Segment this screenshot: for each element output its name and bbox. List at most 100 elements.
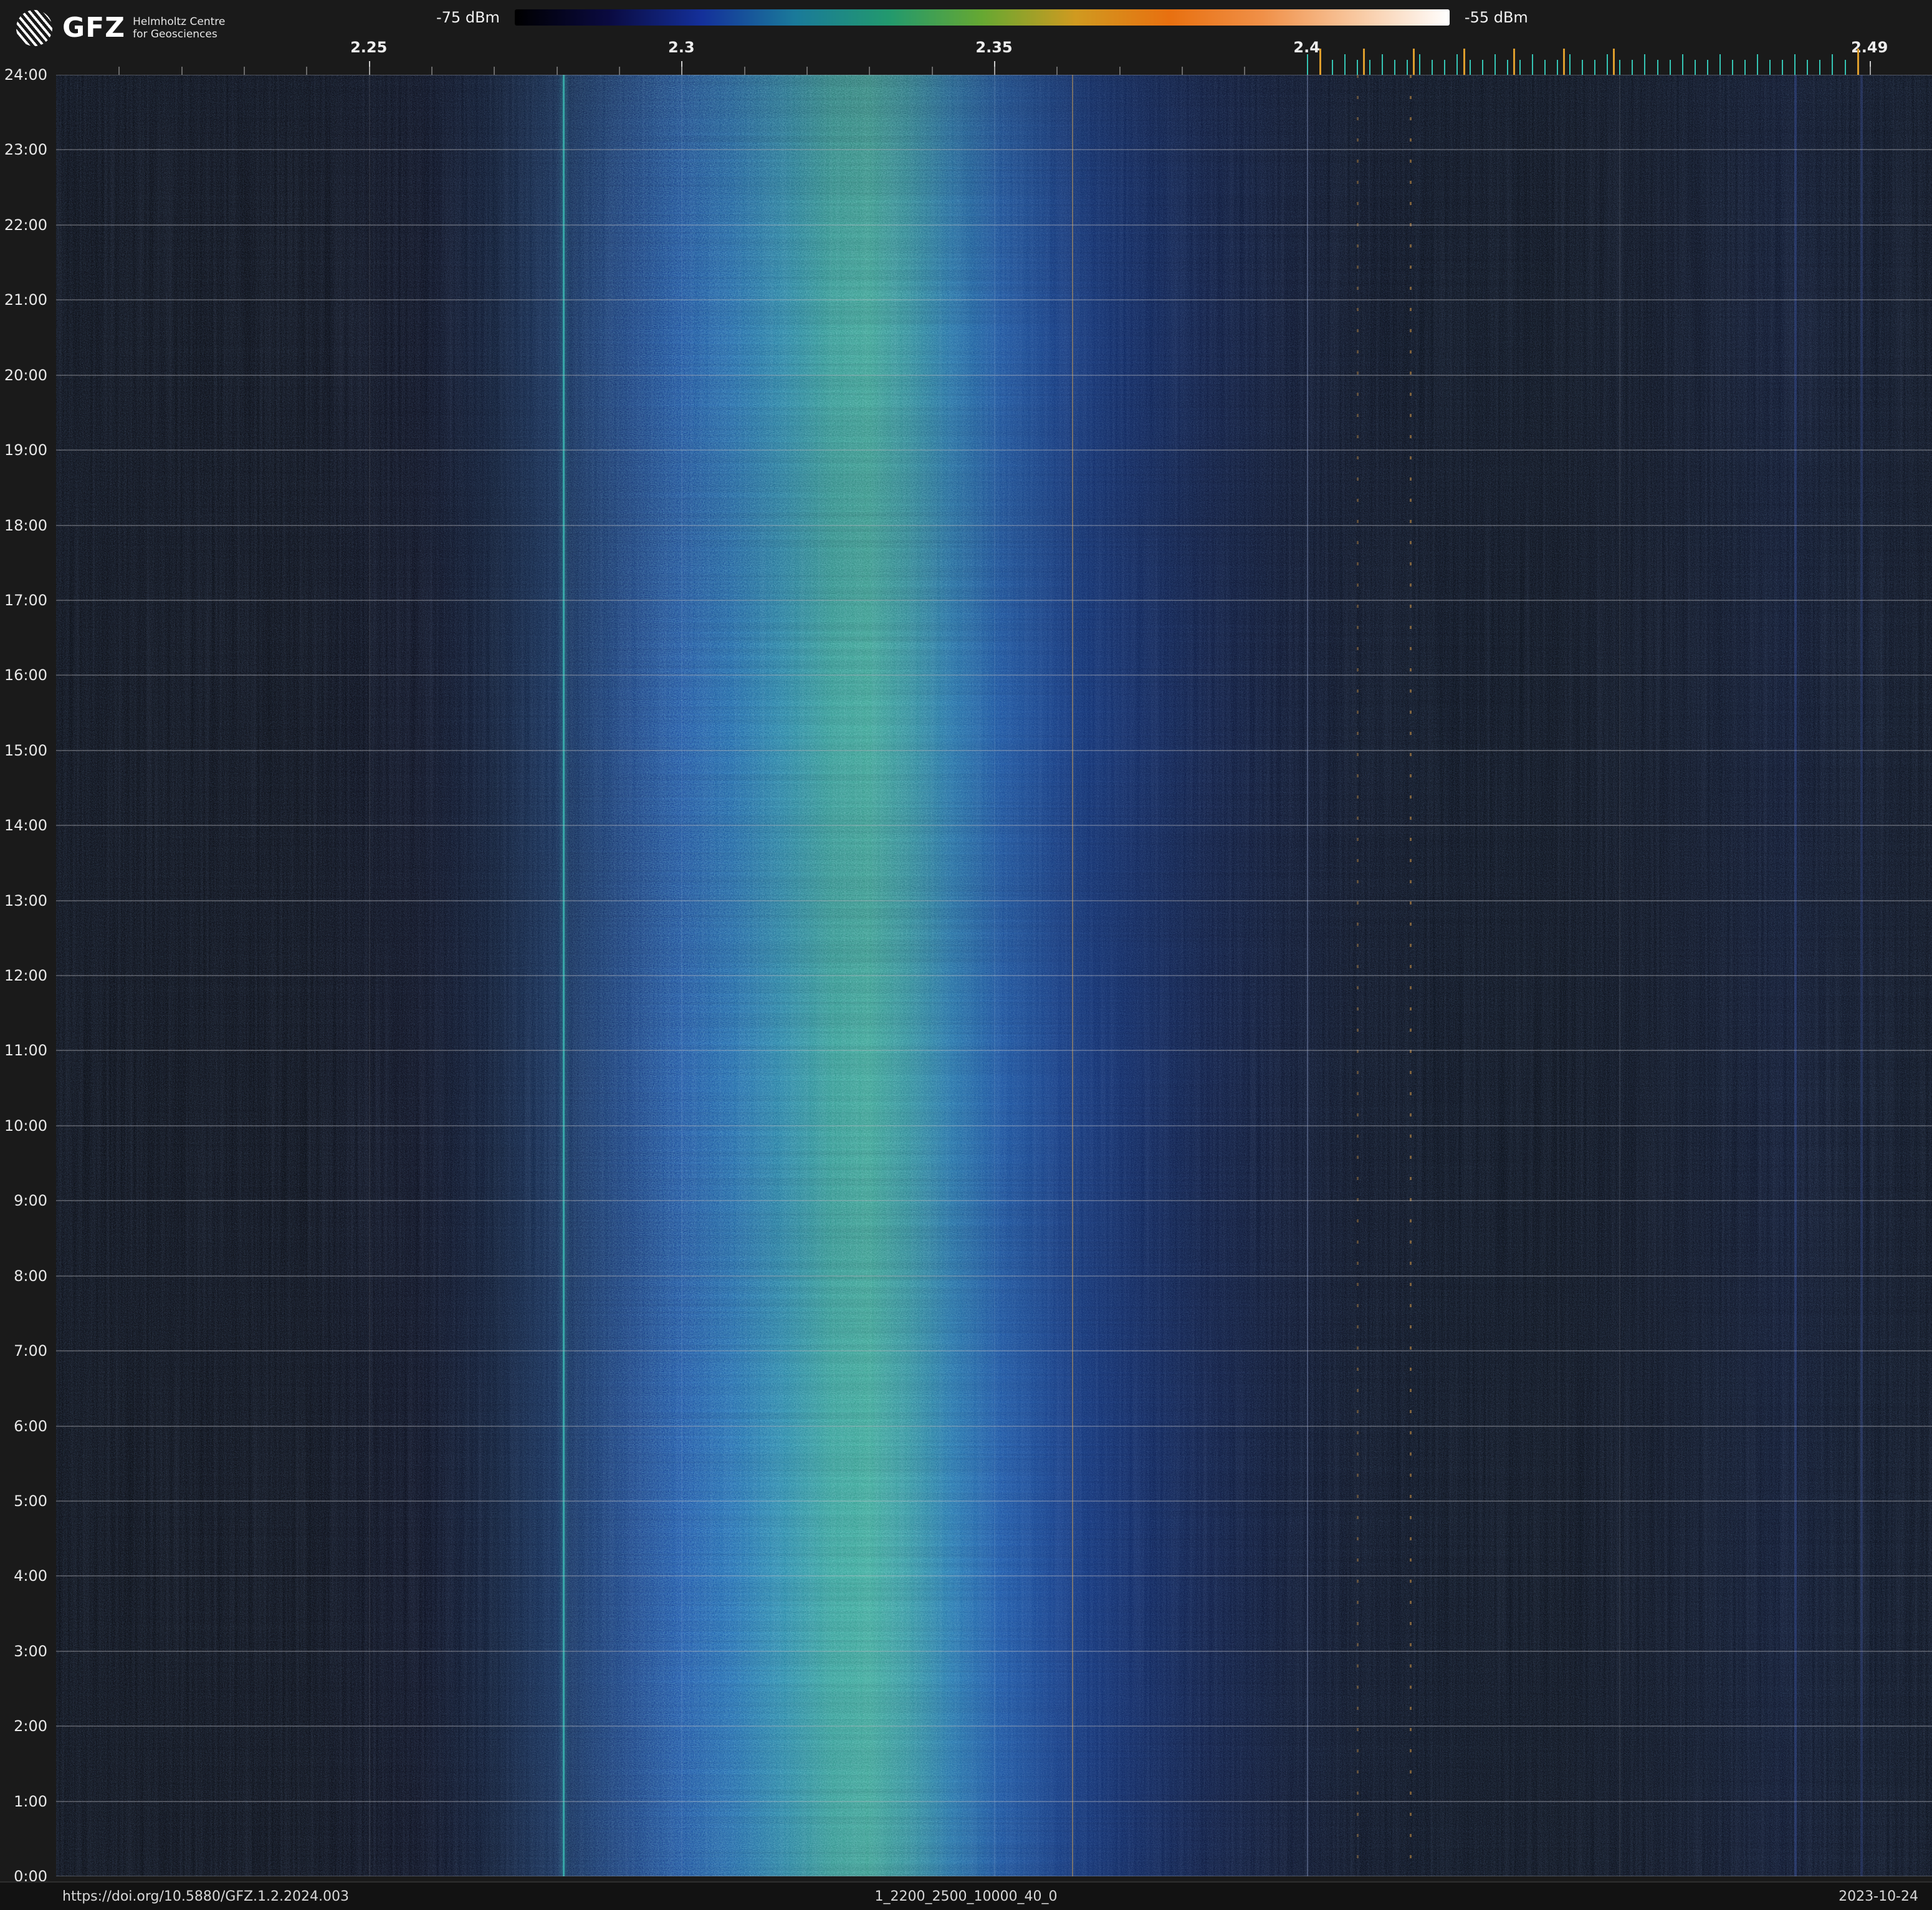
time-gridline (56, 600, 1932, 601)
time-gridline (56, 375, 1932, 376)
signal-marker-tick (1607, 54, 1608, 75)
freq-tick-minor (1182, 67, 1183, 75)
signal-marker-tick (1732, 60, 1733, 75)
freq-tick-minor (1244, 67, 1245, 75)
signal-marker-tick (1695, 60, 1696, 75)
signal-marker-tick (1719, 54, 1721, 75)
time-gridline (56, 1350, 1932, 1351)
time-label: 23:00 (4, 141, 47, 158)
time-label: 2:00 (14, 1717, 47, 1735)
signal-marker-tick (1832, 54, 1833, 75)
freq-tick-minor (1056, 67, 1058, 75)
time-label: 17:00 (4, 592, 47, 609)
time-label: 20:00 (4, 367, 47, 384)
signal-marker-tick (1670, 60, 1671, 75)
time-gridline (56, 1200, 1932, 1201)
time-gridline (56, 975, 1932, 976)
time-label: 4:00 (14, 1567, 47, 1585)
freq-tick-label: 2.35 (975, 39, 1012, 56)
freq-tick-minor (244, 67, 245, 75)
signal-marker-tick (1613, 49, 1615, 75)
frequency-axis: 2.25 2.3 2.35 2.4 2.49 (56, 35, 1932, 75)
time-gridline (56, 224, 1932, 226)
time-gridline (56, 1125, 1932, 1126)
time-label: 11:00 (4, 1042, 47, 1059)
time-label: 12:00 (4, 967, 47, 984)
freq-tick-minor (994, 67, 995, 75)
signal-marker-tick (1470, 60, 1471, 75)
doi-link[interactable]: https://doi.org/10.5880/GFZ.1.2.2024.003 (62, 1889, 349, 1904)
time-label: 5:00 (14, 1492, 47, 1510)
signal-marker-tick (1413, 49, 1415, 75)
signal-marker-tick (1644, 54, 1645, 75)
freq-tick-minor (681, 67, 682, 75)
time-gridline (56, 149, 1932, 150)
signal-marker-tick (1657, 60, 1658, 75)
freq-tick-minor (306, 67, 307, 75)
signal-marker-tick (1819, 60, 1820, 75)
signal-marker-tick (1363, 49, 1365, 75)
time-label: 8:00 (14, 1267, 47, 1285)
freq-tick-minor (1870, 67, 1871, 75)
time-gridline (56, 1500, 1932, 1502)
signal-marker-tick (1707, 60, 1708, 75)
time-label: 21:00 (4, 291, 47, 309)
freq-tick-minor (932, 67, 933, 75)
signal-marker-tick (1456, 54, 1458, 75)
freq-tick-minor (744, 67, 745, 75)
time-gridline (56, 1651, 1932, 1652)
signal-marker-tick (1794, 54, 1796, 75)
signal-marker-tick (1594, 60, 1595, 75)
signal-marker-tick (1757, 54, 1758, 75)
signal-marker-tick (1632, 60, 1633, 75)
time-label: 22:00 (4, 216, 47, 234)
signal-marker-tick (1382, 54, 1383, 75)
signal-marker-tick (1682, 54, 1683, 75)
signal-marker-tick (1394, 60, 1395, 75)
freq-tick-minor (806, 67, 808, 75)
time-label: 16:00 (4, 666, 47, 684)
signal-marker-tick (1782, 60, 1783, 75)
signal-marker-tick (1569, 54, 1571, 75)
time-gridline (56, 1275, 1932, 1277)
signal-marker-tick (1744, 60, 1746, 75)
freq-tick-label: 2.25 (350, 39, 387, 56)
signal-marker-tick (1769, 60, 1771, 75)
freq-tick-minor (118, 67, 120, 75)
freq-tick-label: 2.4 (1293, 39, 1320, 56)
time-label: 9:00 (14, 1192, 47, 1209)
signal-marker-tick (1444, 60, 1445, 75)
time-gridline (56, 525, 1932, 526)
time-axis: 24:00 23:00 22:00 21:00 20:00 19:00 18:00 17:00… (0, 75, 54, 1876)
time-label: 13:00 (4, 892, 47, 909)
signal-marker-tick (1494, 54, 1496, 75)
signal-marker-tick (1519, 60, 1521, 75)
signal-marker-tick (1532, 54, 1533, 75)
freq-tick-minor (181, 67, 183, 75)
signal-marker-tick (1845, 60, 1846, 75)
time-label: 10:00 (4, 1117, 47, 1135)
freq-tick-minor (369, 67, 370, 75)
dataset-id: 1_2200_2500_10000_40_0 (875, 1889, 1058, 1904)
time-gridline (56, 1725, 1932, 1727)
signal-marker-tick (1544, 60, 1546, 75)
signal-marker-tick (1369, 60, 1370, 75)
signal-marker-tick (1557, 60, 1558, 75)
signal-marker-tick (1513, 49, 1515, 75)
spectrogram-page: GFZ Helmholtz Centre for Geosciences -75… (0, 0, 1932, 1910)
signal-marker-tick (1319, 49, 1321, 75)
signal-marker-tick (1857, 49, 1859, 75)
freq-tick-minor (494, 67, 495, 75)
freq-tick-minor (619, 67, 620, 75)
signal-marker-tick (1463, 49, 1465, 75)
footer: https://doi.org/10.5880/GFZ.1.2.2024.003… (0, 1881, 1932, 1910)
gfz-logo-subtitle-line1: Helmholtz Centre (133, 16, 225, 28)
time-label: 15:00 (4, 742, 47, 759)
colorbar: -75 dBm -55 dBm (436, 9, 1528, 26)
signal-marker-tick (1432, 60, 1433, 75)
signal-marker-tick (1419, 54, 1420, 75)
time-gridline (56, 674, 1932, 676)
time-gridline (56, 1801, 1932, 1802)
signal-marker-tick (1619, 60, 1620, 75)
time-label: 6:00 (14, 1418, 47, 1435)
